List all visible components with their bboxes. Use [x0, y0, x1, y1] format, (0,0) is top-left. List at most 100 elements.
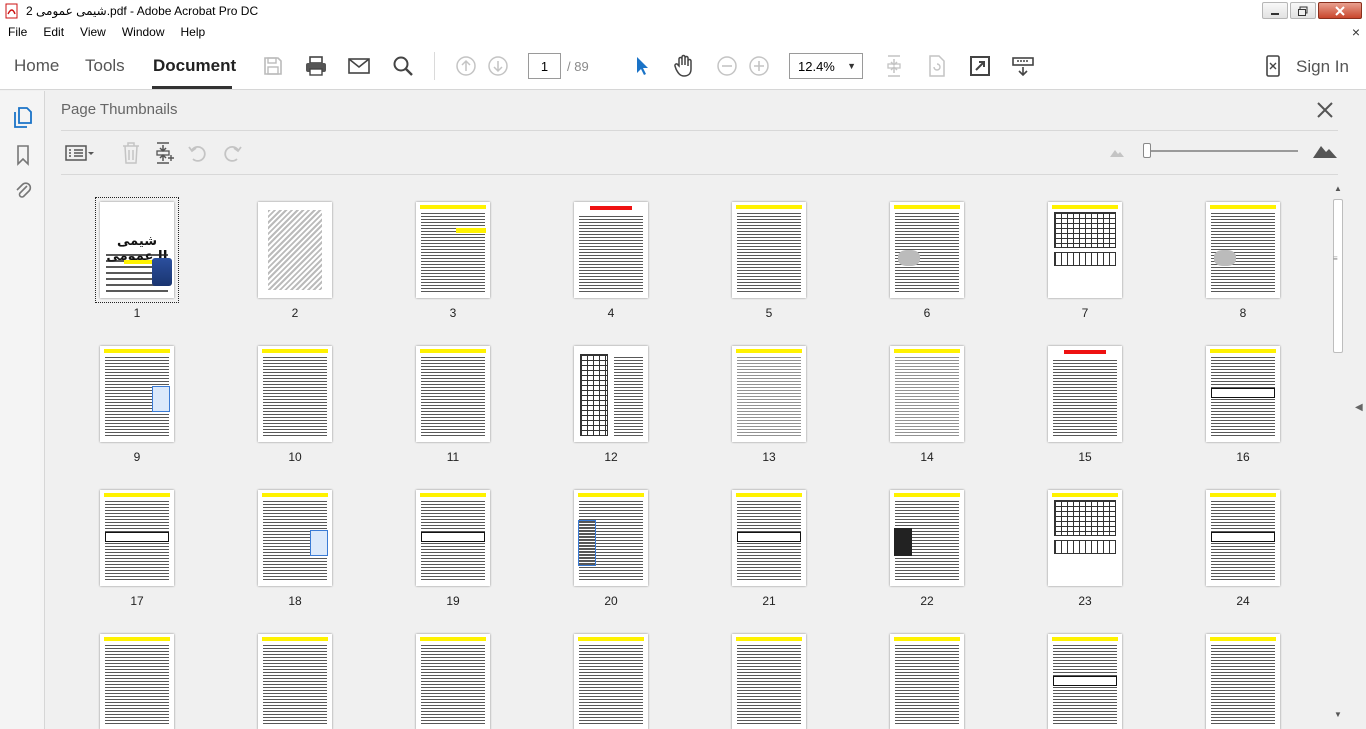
- page-thumbnail[interactable]: [1206, 490, 1280, 586]
- main-toolbar: Home Tools Document 1 / 89 12.4% ▼ Sign …: [0, 42, 1366, 90]
- scrollbar-thumb[interactable]: [1333, 199, 1343, 353]
- search-icon: [393, 56, 413, 76]
- printer-icon: [306, 56, 326, 76]
- insert-page-button[interactable]: [152, 141, 176, 165]
- tab-home[interactable]: Home: [14, 56, 59, 76]
- page-text-preview: [263, 645, 327, 724]
- fit-page-button[interactable]: [881, 53, 907, 79]
- menu-view[interactable]: View: [72, 25, 114, 39]
- full-screen-icon: [970, 56, 990, 76]
- vertical-scrollbar[interactable]: ▲ ≡ ▼: [1330, 182, 1346, 722]
- zoom-out-button[interactable]: [714, 53, 740, 79]
- page-thumbnail[interactable]: [890, 202, 964, 298]
- page-thumbnail[interactable]: [1206, 202, 1280, 298]
- page-text-preview: [614, 357, 643, 436]
- hand-tool-button[interactable]: [671, 53, 697, 79]
- close-window-button[interactable]: [1318, 2, 1362, 19]
- page-thumbnail[interactable]: [732, 634, 806, 729]
- page-thumbnail[interactable]: [1206, 634, 1280, 729]
- page-thumbnail[interactable]: [258, 202, 332, 298]
- mobile-link-button[interactable]: [1260, 53, 1286, 79]
- page-rotate-icon: [929, 55, 945, 77]
- minimize-button[interactable]: [1262, 2, 1288, 19]
- page-thumbnail[interactable]: [890, 490, 964, 586]
- menu-file[interactable]: File: [0, 25, 35, 39]
- page-thumbnails-button[interactable]: [11, 106, 35, 130]
- select-tool-button[interactable]: [629, 53, 655, 79]
- thumbnail-size-slider[interactable]: [1143, 143, 1151, 158]
- full-screen-button[interactable]: [967, 53, 993, 79]
- delete-pages-button[interactable]: [119, 141, 143, 165]
- rotate-ccw-button[interactable]: [186, 141, 210, 165]
- page-thumbnail[interactable]: [100, 490, 174, 586]
- expand-right-pane-icon[interactable]: ◀: [1355, 402, 1363, 413]
- page-thumbnail[interactable]: [890, 346, 964, 442]
- page-thumbnail[interactable]: [732, 490, 806, 586]
- sign-in-link[interactable]: Sign In: [1296, 57, 1349, 77]
- page-thumbnail[interactable]: [100, 346, 174, 442]
- page-number-label: 12: [604, 450, 618, 464]
- page-table-preview: [1054, 540, 1116, 554]
- page-boxed-equation: [1211, 532, 1275, 542]
- read-mode-button[interactable]: [1010, 53, 1036, 79]
- next-page-button[interactable]: [485, 53, 511, 79]
- page-header-band: [1052, 637, 1118, 641]
- page-thumbnail[interactable]: [258, 346, 332, 442]
- page-thumbnail[interactable]: [416, 346, 490, 442]
- print-button[interactable]: [303, 53, 329, 79]
- page-number-label: 11: [446, 450, 460, 464]
- pointer-arrow-icon: [637, 57, 648, 75]
- page-thumbnail[interactable]: [1048, 346, 1122, 442]
- page-thumbnail[interactable]: [732, 202, 806, 298]
- page-thumbnail[interactable]: [890, 634, 964, 729]
- menu-help[interactable]: Help: [173, 25, 214, 39]
- previous-page-button[interactable]: [453, 53, 479, 79]
- page-thumbnail[interactable]: [574, 634, 648, 729]
- restore-button[interactable]: [1290, 2, 1316, 19]
- zoom-in-button[interactable]: [746, 53, 772, 79]
- zoom-level-select[interactable]: 12.4% ▼: [789, 53, 863, 79]
- page-number-input[interactable]: 1: [528, 53, 561, 79]
- email-button[interactable]: [346, 53, 372, 79]
- scroll-grip-icon: ≡: [1333, 254, 1338, 263]
- options-menu-button[interactable]: [64, 141, 96, 165]
- title-bar: شیمی عمومی 2.pdf - Adobe Acrobat Pro DC: [0, 0, 1366, 22]
- page-thumbnail[interactable]: [574, 490, 648, 586]
- rotate-cw-button[interactable]: [220, 141, 244, 165]
- page-thumbnail[interactable]: [100, 634, 174, 729]
- menu-edit[interactable]: Edit: [35, 25, 72, 39]
- page-figure-preview: [1214, 250, 1236, 266]
- page-thumbnail[interactable]: [574, 346, 648, 442]
- thumbnail-size-track[interactable]: [1147, 150, 1298, 152]
- bookmarks-button[interactable]: [11, 143, 35, 167]
- page-thumbnail[interactable]: [574, 202, 648, 298]
- page-thumbnail[interactable]: [258, 490, 332, 586]
- page-thumbnail[interactable]: [416, 490, 490, 586]
- save-button[interactable]: [260, 53, 286, 79]
- menu-window[interactable]: Window: [114, 25, 173, 39]
- page-number-label: 20: [604, 594, 618, 608]
- page-number-label: 13: [762, 450, 776, 464]
- attachments-button[interactable]: [11, 178, 35, 202]
- page-thumbnail[interactable]: [258, 634, 332, 729]
- find-button[interactable]: [390, 53, 416, 79]
- page-thumbnail[interactable]: [416, 634, 490, 729]
- page-thumbnail[interactable]: [732, 346, 806, 442]
- tab-document[interactable]: Document: [153, 56, 236, 76]
- page-thumbnail[interactable]: شیمی عمومی II: [95, 197, 179, 303]
- scroll-up-icon[interactable]: ▲: [1334, 184, 1342, 193]
- bookmark-icon: [17, 145, 29, 166]
- page-number-label: 2: [291, 306, 299, 320]
- page-thumbnail[interactable]: [1048, 490, 1122, 586]
- page-thumbnail[interactable]: [1048, 202, 1122, 298]
- scroll-down-icon[interactable]: ▼: [1334, 710, 1342, 719]
- rotate-view-button[interactable]: [924, 53, 950, 79]
- close-document-icon[interactable]: ×: [1352, 24, 1360, 40]
- page-thumbnail[interactable]: [1206, 346, 1280, 442]
- page-header-band: [894, 493, 960, 497]
- page-thumbnail[interactable]: [1048, 634, 1122, 729]
- tab-tools[interactable]: Tools: [85, 56, 125, 76]
- page-thumbnail[interactable]: [416, 202, 490, 298]
- page-header-band: [1052, 205, 1118, 209]
- close-panel-icon[interactable]: [1314, 99, 1336, 121]
